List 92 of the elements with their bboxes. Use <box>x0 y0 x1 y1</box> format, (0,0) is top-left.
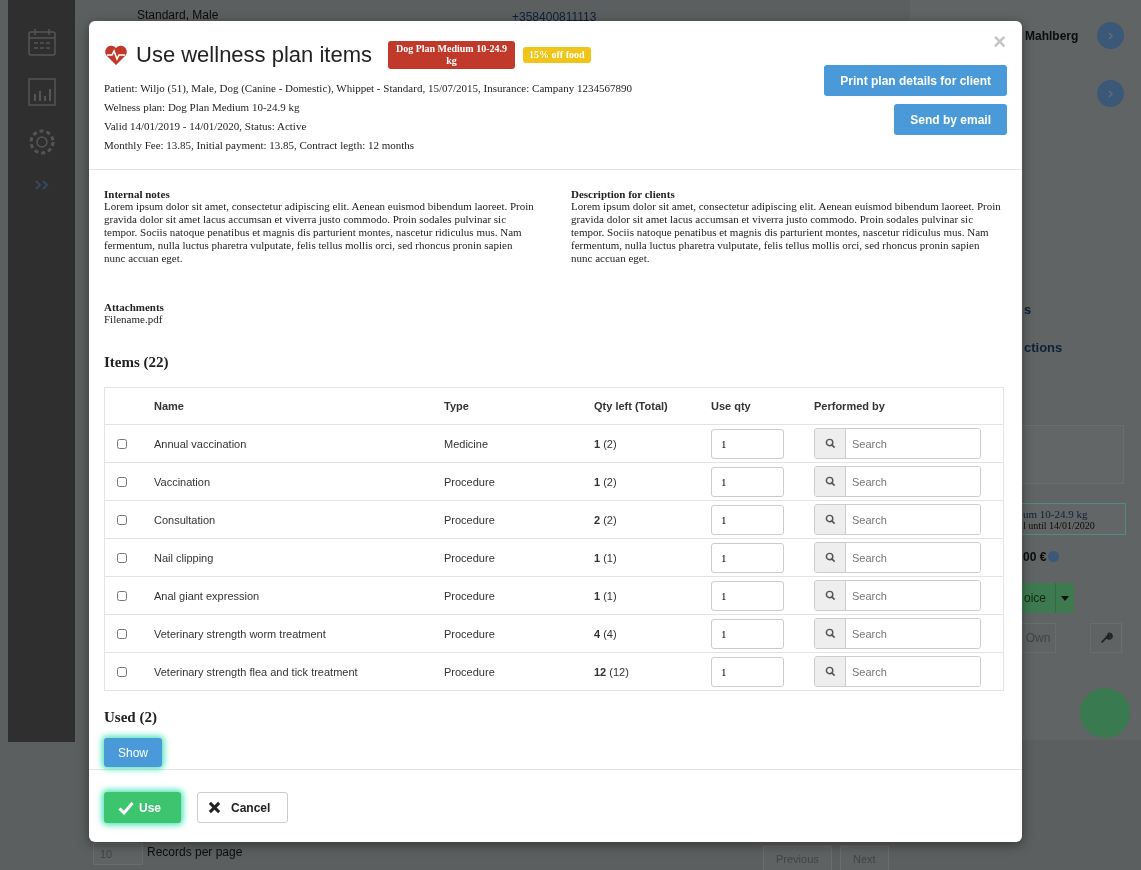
column-header: Use qty <box>711 400 752 412</box>
quantity-field[interactable]: 1 <box>711 466 784 497</box>
close-icon <box>208 801 221 814</box>
table-cell-text: Procedure <box>444 665 496 678</box>
row-checkbox[interactable] <box>117 666 127 677</box>
search-field[interactable]: Search <box>814 656 981 687</box>
search-field[interactable]: Search <box>814 580 981 611</box>
column-header: Type <box>444 400 470 412</box>
row-checkbox[interactable] <box>117 590 127 601</box>
section-link[interactable]: ctions <box>1024 340 1063 355</box>
table-cell-text: 4 (4) <box>594 627 618 640</box>
action-button[interactable]: Print plan details for client <box>824 65 1007 96</box>
plan-info-line: Monthly Fee: 13.85, Initial payment: 13.85, Contract legth: 12 months <box>104 138 416 153</box>
items-heading: Items (22) <box>104 354 169 371</box>
table-cell-text: 1 (2) <box>594 437 618 450</box>
close-button[interactable]: × <box>991 31 1008 53</box>
table-cell-text: Consultation <box>154 513 217 526</box>
patient-summary: Standard, Male <box>137 8 219 22</box>
plan-tag: Dog Plan Medium 10-24.9 kg <box>388 41 515 69</box>
search-icon <box>824 666 836 677</box>
wrench-icon[interactable] <box>1090 623 1122 653</box>
quantity-field[interactable]: 1 <box>711 656 784 687</box>
table-cell-text: Veterinary strength worm treatment <box>154 627 327 640</box>
column-header: Qty left (Total) <box>594 400 669 412</box>
row-checkbox[interactable] <box>117 628 127 639</box>
table-cell-text: 1 (2) <box>594 475 618 488</box>
used-heading: Used (2) <box>104 709 157 726</box>
plan-name: um 10-24.9 kg <box>1022 507 1089 520</box>
quantity-field[interactable]: 1 <box>711 580 784 611</box>
dialog-title: Use wellness plan items <box>136 42 372 68</box>
notes-text: Lorem ipsum dolor sit amet, consectetur adipiscing elit. Aenean euismod bibendum laoreet. Proin gravida dolor sit amet lacus accumsan et viverra justo commodo. Proin sodales pulvinar sic tempor. Sociis natoque penatibus et magnis dis parturient montes, nascetur ridiculus mus. Nam fermentum, nulla luctus pharetra vulputate, felis tellus mollis orci, sed rhoncus pronin sapien nunc accuan eget. <box>104 200 535 265</box>
plan-info-line: Patient: Wiljo (51), Male, Dog (Canine - Domestic), Whippet - Standard, 15/07/2015, Insurance: Campany 1234567890 <box>104 81 632 96</box>
attachments-heading: Attachments <box>104 301 164 313</box>
total-amount: 00 € <box>1023 550 1047 564</box>
table-cell-text: Procedure <box>444 513 496 526</box>
table-cell-text: 12 (12) <box>594 665 630 678</box>
search-icon <box>824 438 836 449</box>
table-cell-text: 2 (2) <box>594 513 618 526</box>
table-cell-text: 1 (1) <box>594 589 618 602</box>
search-icon <box>824 552 836 563</box>
table-cell-text: Annual vaccination <box>154 437 248 450</box>
notes-heading: Description for clients <box>571 188 676 200</box>
search-field[interactable]: Search <box>814 466 981 497</box>
row-checkbox[interactable] <box>117 438 127 449</box>
show-button[interactable]: Show <box>104 738 163 767</box>
quantity-field[interactable]: 1 <box>711 504 784 535</box>
column-header: Performed by <box>814 400 886 412</box>
use-button[interactable]: Use <box>104 792 181 823</box>
calendar-icon[interactable] <box>25 26 58 58</box>
plan-tag: 15% off food <box>523 47 591 63</box>
plan-info-line: Valid 14/01/2019 - 14/01/2020, Status: Active <box>104 119 308 134</box>
owner-name: Mahlberg <box>1025 29 1079 43</box>
search-field[interactable]: Search <box>814 428 981 459</box>
column-header: Name <box>154 400 185 412</box>
search-icon <box>824 476 836 487</box>
attachment-file[interactable]: Filename.pdf <box>104 313 164 326</box>
cancel-button[interactable]: Cancel <box>197 792 289 823</box>
quantity-field[interactable]: 1 <box>711 618 784 649</box>
caret-icon <box>1061 595 1069 601</box>
table-cell-text: Veterinary strength flea and tick treatment <box>154 665 359 678</box>
notes-text: Lorem ipsum dolor sit amet, consectetur adipiscing elit. Aenean euismod bibendum laoreet. Proin gravida dolor sit amet lacus accumsan et viverra justo commodo. Proin sodales pulvinar sic tempor. Sociis natoque penatibus et magnis dis parturient montes, nascetur ridiculus mus. Nam fermentum, nulla luctus pharetra vulputate, felis tellus mollis orci, sed rhoncus pronin sapien nunc accuan eget. <box>571 200 1002 265</box>
quantity-field[interactable]: 1 <box>711 428 784 459</box>
search-icon <box>824 590 836 601</box>
chart-icon[interactable] <box>25 76 58 108</box>
notes-heading: Internal notes <box>104 188 171 200</box>
section-link[interactable]: s <box>1024 302 1032 317</box>
table-cell-text: Procedure <box>444 551 496 564</box>
search-field[interactable]: Search <box>814 504 981 535</box>
phone-link[interactable]: +358400811113 <box>512 10 597 24</box>
heart-pulse-icon <box>104 44 128 66</box>
plan-info-line: Welness plan: Dog Plan Medium 10-24.9 kg <box>104 100 301 115</box>
action-button[interactable]: Send by email <box>894 104 1007 135</box>
table-cell-text: Medicine <box>444 437 490 450</box>
row-checkbox[interactable] <box>117 552 127 563</box>
table-cell-text: Procedure <box>444 475 496 488</box>
table-cell-text: Anal giant expression <box>154 589 261 602</box>
table-cell-text: 1 (1) <box>594 551 618 564</box>
table-cell-text: Nail clipping <box>154 551 215 564</box>
page-size-label: Records per page <box>147 845 243 859</box>
table-cell-text: Procedure <box>444 589 496 602</box>
check-icon <box>118 800 134 815</box>
row-checkbox[interactable] <box>117 514 127 525</box>
search-icon <box>824 514 836 525</box>
quantity-field[interactable]: 1 <box>711 542 784 573</box>
table-cell-text: Vaccination <box>154 475 212 488</box>
plan-validity: l until 14/01/2020 <box>1022 519 1096 531</box>
search-field[interactable]: Search <box>814 618 981 649</box>
table-cell-text: Procedure <box>444 627 496 640</box>
search-icon <box>824 628 836 639</box>
notes-field[interactable] <box>1020 425 1124 484</box>
row-checkbox[interactable] <box>117 476 127 487</box>
search-field[interactable]: Search <box>814 542 981 573</box>
